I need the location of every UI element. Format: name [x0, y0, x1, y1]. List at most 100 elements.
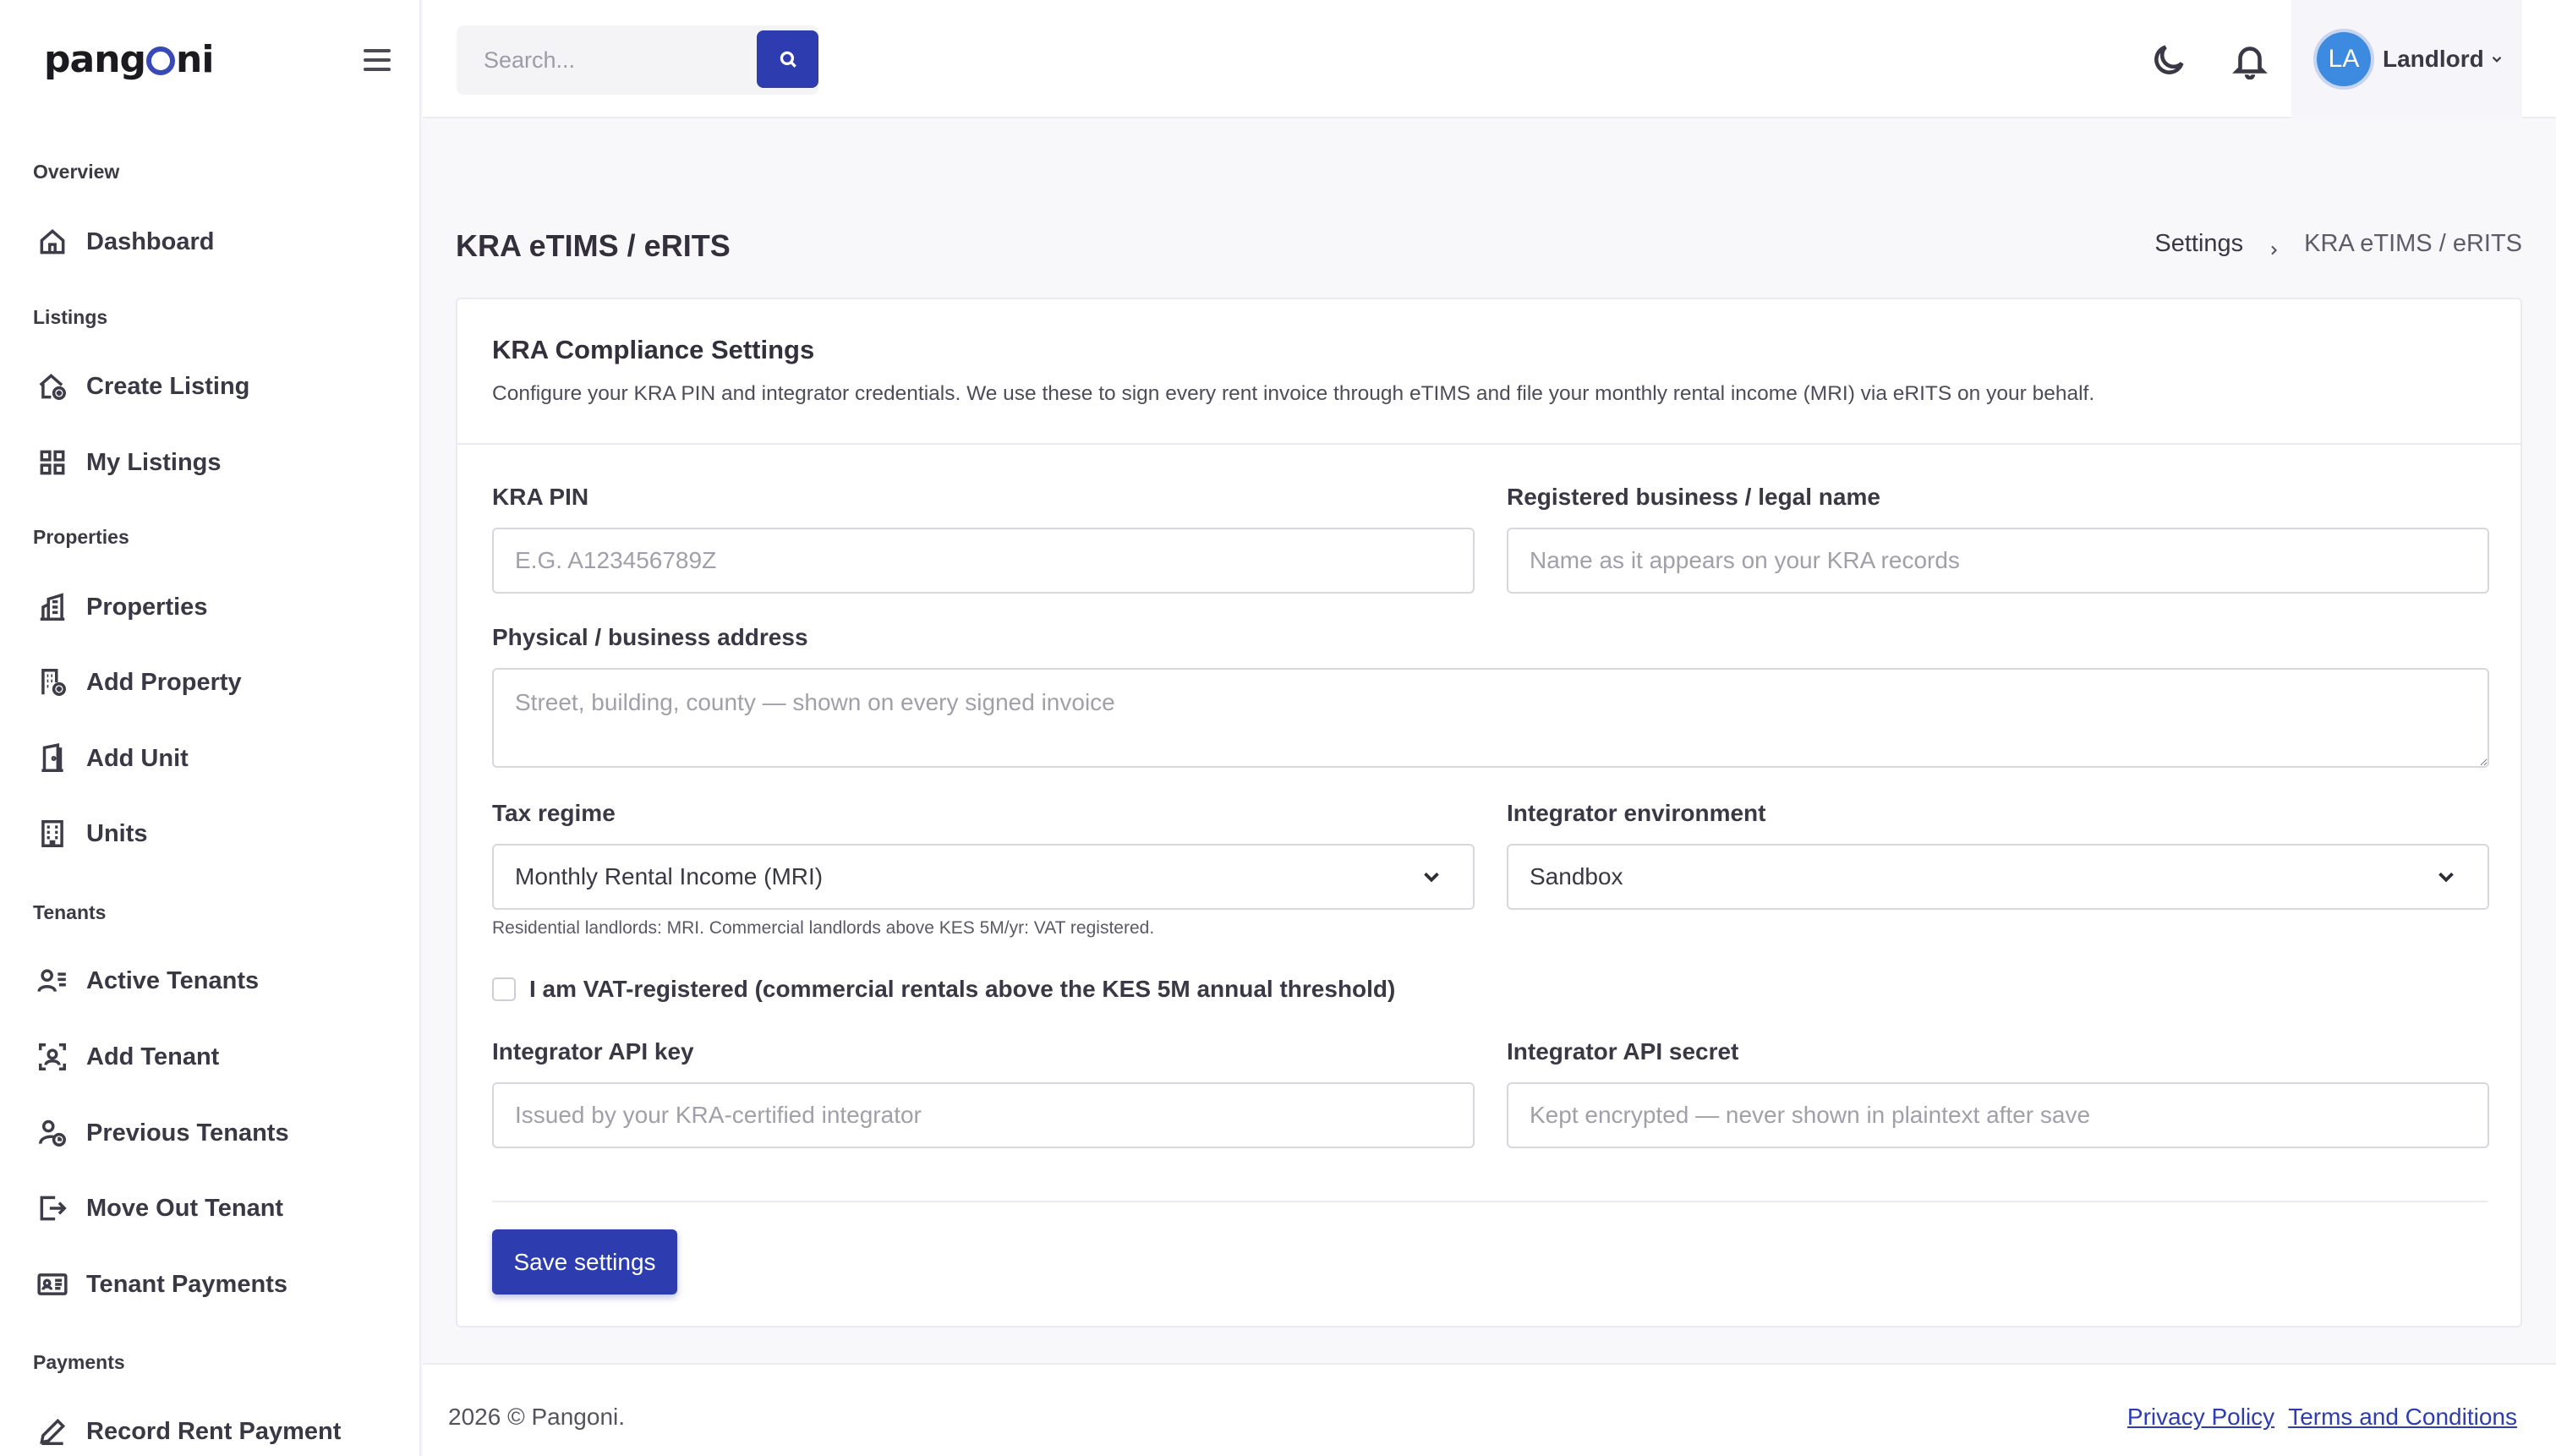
home-icon	[34, 223, 71, 260]
footer-copyright: 2026 © Pangoni.	[448, 1404, 626, 1430]
sidebar-item-tenant-payments[interactable]: Tenant Payments	[34, 1257, 397, 1311]
sidebar-item-record-rent-payment[interactable]: Record Rent Payment	[34, 1404, 397, 1456]
search-input[interactable]	[457, 47, 744, 74]
sidebar-item-properties[interactable]: Properties	[34, 580, 397, 634]
id-card-icon	[34, 1266, 71, 1303]
door-icon	[34, 740, 71, 777]
address-label: Physical / business address	[492, 624, 808, 650]
sidebar-item-label: Add Tenant	[86, 1043, 220, 1070]
nav-section-properties: Properties	[33, 526, 129, 548]
sidebar-item-label: Record Rent Payment	[86, 1417, 342, 1445]
api-secret-input[interactable]	[1507, 1082, 2489, 1148]
dark-mode-toggle[interactable]	[2148, 39, 2190, 81]
pencil-icon	[34, 1413, 71, 1450]
page-title: KRA eTIMS / eRITS	[456, 228, 731, 263]
card-title: KRA Compliance Settings	[492, 335, 815, 364]
api-key-input[interactable]	[492, 1082, 1475, 1148]
footer: 2026 © Pangoni. Privacy Policy Terms and…	[423, 1363, 2556, 1456]
nav-section-payments: Payments	[33, 1351, 125, 1373]
sidebar-item-add-tenant[interactable]: Add Tenant	[34, 1030, 397, 1084]
footer-links: Privacy Policy Terms and Conditions	[2127, 1404, 2517, 1431]
menu-toggle-icon[interactable]	[364, 49, 391, 71]
sidebar-item-add-unit[interactable]: Add Unit	[34, 731, 397, 785]
environment-label: Integrator environment	[1507, 800, 1766, 826]
chevron-right-icon	[2267, 237, 2280, 255]
sidebar-item-dashboard[interactable]: Dashboard	[34, 215, 397, 269]
avatar: LA	[2313, 29, 2374, 90]
logo-text-start: pang	[44, 37, 146, 81]
terms-link[interactable]: Terms and Conditions	[2288, 1404, 2517, 1431]
pangoni-logo[interactable]: pang ni	[44, 34, 214, 85]
tax-regime-label: Tax regime	[492, 800, 616, 826]
breadcrumb-current: KRA eTIMS / eRITS	[2304, 230, 2522, 257]
tax-regime-help: Residential landlords: MRI. Commercial l…	[492, 918, 1155, 938]
sidebar-item-label: Move Out Tenant	[86, 1194, 284, 1222]
logo-pin-icon	[146, 47, 176, 75]
vat-registered-label: I am VAT-registered (commercial rentals …	[529, 976, 1396, 1002]
legal-name-input[interactable]	[1507, 528, 2489, 594]
user-name: Landlord	[2383, 46, 2484, 72]
sidebar-item-label: Dashboard	[86, 227, 215, 255]
sidebar-item-label: Tenant Payments	[86, 1270, 287, 1298]
moon-icon	[2154, 45, 2184, 74]
sidebar-item-move-out-tenant[interactable]: Move Out Tenant	[34, 1181, 397, 1235]
api-secret-label: Integrator API secret	[1507, 1038, 1739, 1065]
tax-regime-select[interactable]: Monthly Rental Income (MRI)	[492, 844, 1475, 910]
user-frame-icon	[34, 1038, 71, 1076]
sidebar-item-label: Properties	[86, 593, 208, 621]
house-add-icon	[34, 368, 71, 405]
kra-pin-label: KRA PIN	[492, 484, 589, 510]
card-header: KRA Compliance Settings Configure your K…	[457, 299, 2520, 445]
sidebar-item-label: Previous Tenants	[86, 1119, 289, 1147]
privacy-policy-link[interactable]: Privacy Policy	[2127, 1404, 2274, 1431]
environment-value: Sandbox	[1530, 863, 1623, 889]
address-textarea[interactable]	[492, 668, 2489, 768]
user-list-icon	[34, 962, 71, 999]
sidebar-item-label: Active Tenants	[86, 966, 260, 994]
kra-settings-card: KRA Compliance Settings Configure your K…	[456, 298, 2522, 1327]
exit-icon	[34, 1190, 71, 1227]
user-clock-icon	[34, 1114, 71, 1152]
sidebar-item-create-listing[interactable]: Create Listing	[34, 359, 397, 413]
nav-section-overview: Overview	[33, 161, 120, 183]
legal-name-label: Registered business / legal name	[1507, 484, 1880, 510]
card-description: Configure your KRA PIN and integrator cr…	[492, 382, 2095, 405]
form-divider	[492, 1201, 2488, 1202]
notifications-button[interactable]	[2229, 39, 2271, 81]
building-add-icon	[34, 664, 71, 701]
api-key-label: Integrator API key	[492, 1038, 694, 1065]
buildings-icon	[34, 588, 71, 626]
sidebar-item-label: Add Unit	[86, 744, 189, 772]
sidebar-item-previous-tenants[interactable]: Previous Tenants	[34, 1106, 397, 1160]
search-box	[457, 25, 818, 95]
tax-regime-value: Monthly Rental Income (MRI)	[515, 863, 824, 889]
kra-pin-input[interactable]	[492, 528, 1475, 594]
search-button[interactable]	[757, 30, 818, 88]
sidebar-item-active-tenants[interactable]: Active Tenants	[34, 954, 397, 1008]
building-icon	[34, 815, 71, 852]
breadcrumb: Settings KRA eTIMS / eRITS	[2154, 230, 2522, 258]
sidebar-item-label: My Listings	[86, 448, 222, 476]
sidebar-item-label: Units	[86, 819, 148, 847]
bell-icon	[2232, 47, 2268, 79]
sidebar-item-label: Add Property	[86, 668, 242, 696]
environment-select[interactable]: Sandbox	[1507, 844, 2489, 910]
vat-registered-row[interactable]: I am VAT-registered (commercial rentals …	[492, 976, 1395, 1003]
logo-text-end: ni	[176, 37, 214, 81]
user-menu[interactable]: LA Landlord	[2291, 0, 2522, 118]
sidebar-item-units[interactable]: Units	[34, 807, 397, 861]
chevron-down-icon	[2433, 864, 2459, 889]
search-icon	[780, 51, 796, 68]
sidebar-item-add-property[interactable]: Add Property	[34, 655, 397, 709]
sidebar-item-label: Create Listing	[86, 372, 250, 400]
nav-section-tenants: Tenants	[33, 901, 107, 923]
sidebar-item-my-listings[interactable]: My Listings	[34, 435, 397, 490]
vat-registered-checkbox[interactable]	[492, 977, 516, 1001]
grid-icon	[34, 444, 71, 481]
save-settings-button[interactable]: Save settings	[492, 1229, 677, 1295]
topbar: LA Landlord	[423, 0, 2556, 118]
chevron-down-icon	[1419, 864, 1444, 889]
nav-section-listings: Listings	[33, 306, 108, 328]
sidebar: pang ni Overview Dashboard Listings Crea…	[0, 0, 421, 1456]
breadcrumb-settings[interactable]: Settings	[2154, 230, 2243, 258]
